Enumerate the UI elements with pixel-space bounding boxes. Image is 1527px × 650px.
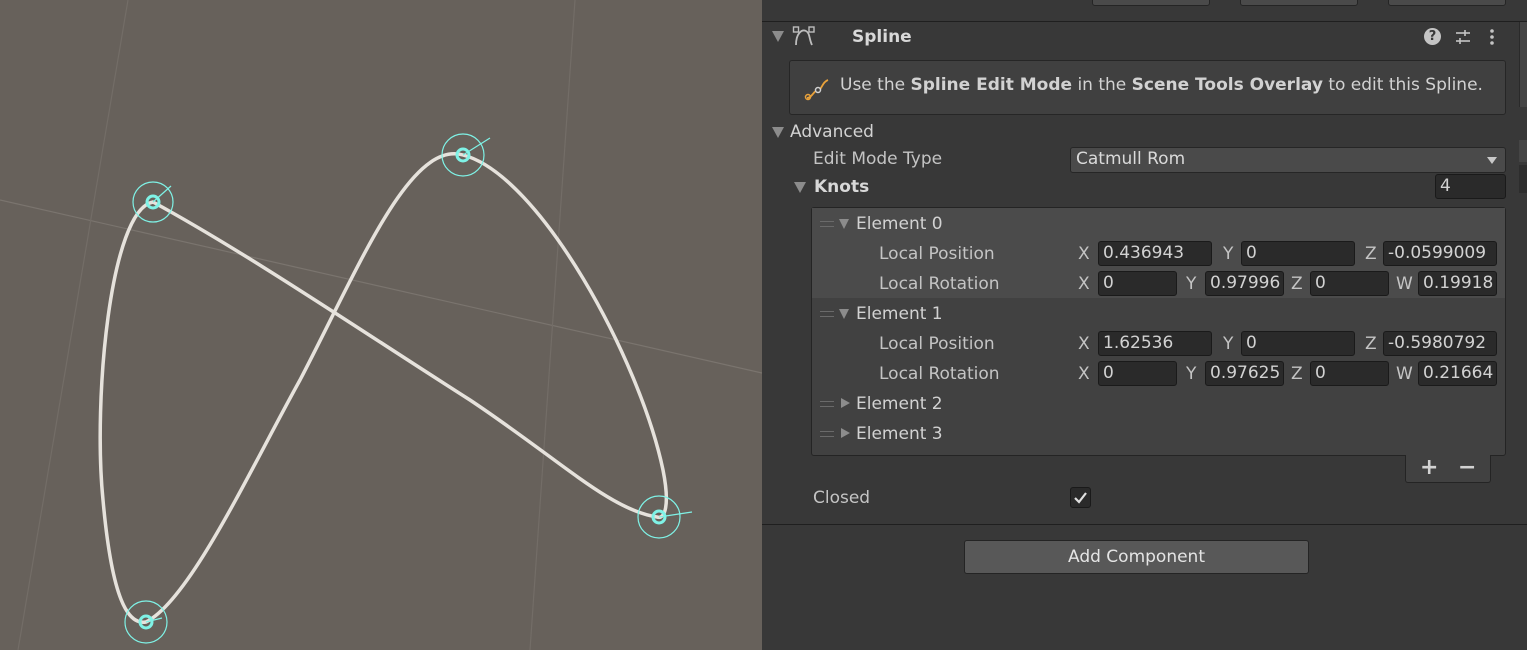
previous-component-button[interactable] xyxy=(1388,0,1506,6)
axis-z-label[interactable]: Z xyxy=(1291,364,1303,384)
edit-mode-dropdown[interactable]: Catmull Rom xyxy=(1070,147,1506,173)
rotation-w-field[interactable]: 0.19918 xyxy=(1418,271,1497,296)
local-position-label: Local Position xyxy=(879,244,995,264)
position-x-field[interactable]: 0.436943 xyxy=(1098,241,1212,266)
axis-z-label[interactable]: Z xyxy=(1291,274,1303,294)
axis-w-label[interactable]: W xyxy=(1396,364,1413,384)
edit-mode-value: Catmull Rom xyxy=(1076,149,1186,169)
rotation-y-field[interactable]: 0.97625 xyxy=(1205,361,1284,386)
rotation-z-field[interactable]: 0 xyxy=(1310,271,1389,296)
previous-component-button[interactable] xyxy=(1092,0,1210,6)
spline-curve[interactable] xyxy=(98,152,669,624)
help-text-part: to edit this Spline. xyxy=(1322,75,1483,95)
grid-line xyxy=(529,0,576,650)
help-icon[interactable]: ? xyxy=(1424,28,1441,45)
axis-y-label[interactable]: Y xyxy=(1186,364,1196,384)
scrollbar[interactable] xyxy=(1519,22,1527,107)
rotation-x-field[interactable]: 0 xyxy=(1098,271,1177,296)
element-2-label[interactable]: Element 2 xyxy=(856,394,943,414)
component-title: Spline xyxy=(852,27,912,47)
list-footer: + − xyxy=(1405,455,1491,483)
grid-line xyxy=(17,0,129,650)
axis-y-label[interactable]: Y xyxy=(1223,244,1233,264)
edit-mode-label: Edit Mode Type xyxy=(813,149,943,169)
element-1-foldout-arrow[interactable] xyxy=(839,309,849,319)
position-z-field[interactable]: -0.0599009 xyxy=(1383,241,1497,266)
closed-checkbox[interactable] xyxy=(1070,487,1091,508)
knots-foldout-arrow[interactable] xyxy=(794,182,806,193)
element-2-foldout-arrow[interactable] xyxy=(841,398,850,408)
add-component-button[interactable]: Add Component xyxy=(964,540,1309,574)
preset-icon[interactable] xyxy=(1454,28,1472,51)
local-rotation-label: Local Rotation xyxy=(879,274,1000,294)
advanced-foldout-label[interactable]: Advanced xyxy=(790,122,874,142)
knot-handle-3[interactable] xyxy=(124,600,168,644)
scene-canvas[interactable] xyxy=(0,0,762,650)
axis-x-label[interactable]: X xyxy=(1078,244,1090,264)
rotation-x-field[interactable]: 0 xyxy=(1098,361,1177,386)
add-element-button[interactable]: + xyxy=(1420,455,1438,480)
spline-tool-icon xyxy=(804,76,830,107)
help-text-part: Use the xyxy=(840,75,911,95)
position-y-field[interactable]: 0 xyxy=(1241,241,1355,266)
rotation-z-field[interactable]: 0 xyxy=(1310,361,1389,386)
knots-count-field[interactable]: 4 xyxy=(1435,174,1506,199)
element-1-label[interactable]: Element 1 xyxy=(856,304,943,324)
axis-x-label[interactable]: X xyxy=(1078,364,1090,384)
drag-handle-icon[interactable] xyxy=(820,431,834,437)
rotation-w-field[interactable]: 0.21664 xyxy=(1418,361,1497,386)
drag-handle-icon[interactable] xyxy=(820,401,834,407)
knots-label[interactable]: Knots xyxy=(814,177,869,197)
help-text-part: in the xyxy=(1072,75,1132,95)
position-x-field[interactable]: 1.62536 xyxy=(1098,331,1212,356)
help-box: Use the Spline Edit Mode in the Scene To… xyxy=(789,60,1506,115)
help-text-bold: Spline Edit Mode xyxy=(910,75,1073,95)
remove-element-button[interactable]: − xyxy=(1458,455,1476,480)
element-0-label[interactable]: Element 0 xyxy=(856,214,943,234)
spline-component-icon xyxy=(792,25,816,54)
element-3-label[interactable]: Element 3 xyxy=(856,424,943,444)
help-text-bold: Scene Tools Overlay xyxy=(1131,75,1323,95)
rotation-y-field[interactable]: 0.97996 xyxy=(1205,271,1284,296)
axis-x-label[interactable]: X xyxy=(1078,334,1090,354)
scene-view[interactable] xyxy=(0,0,762,650)
element-0-foldout-arrow[interactable] xyxy=(839,219,849,229)
axis-z-label[interactable]: Z xyxy=(1365,244,1377,264)
element-3-foldout-arrow[interactable] xyxy=(841,428,850,438)
component-foldout-arrow[interactable] xyxy=(772,31,784,42)
divider xyxy=(762,21,1527,22)
axis-x-label[interactable]: X xyxy=(1078,274,1090,294)
local-rotation-label: Local Rotation xyxy=(879,364,1000,384)
previous-component-button[interactable] xyxy=(1240,0,1358,6)
drag-handle-icon[interactable] xyxy=(820,311,834,317)
divider xyxy=(762,524,1527,525)
local-position-label: Local Position xyxy=(879,334,995,354)
axis-z-label[interactable]: Z xyxy=(1365,334,1377,354)
drag-handle-icon[interactable] xyxy=(820,221,834,227)
chevron-down-icon xyxy=(1487,157,1497,164)
help-text: Use the Spline Edit Mode in the Scene To… xyxy=(840,75,1483,95)
inspector-panel: Spline ? Use the Spline Edit Mode in the… xyxy=(762,0,1527,650)
knot-handle-0[interactable] xyxy=(132,181,174,223)
advanced-foldout-arrow[interactable] xyxy=(772,127,784,138)
scrollbar-segment xyxy=(1519,140,1527,162)
axis-w-label[interactable]: W xyxy=(1396,274,1413,294)
position-y-field[interactable]: 0 xyxy=(1241,331,1355,356)
checkmark-icon xyxy=(1074,492,1087,504)
closed-label: Closed xyxy=(813,488,871,508)
position-z-field[interactable]: -0.5980792 xyxy=(1383,331,1497,356)
kebab-menu-icon[interactable] xyxy=(1488,28,1496,51)
axis-y-label[interactable]: Y xyxy=(1223,334,1233,354)
axis-y-label[interactable]: Y xyxy=(1186,274,1196,294)
scrollbar-segment xyxy=(1519,165,1527,193)
